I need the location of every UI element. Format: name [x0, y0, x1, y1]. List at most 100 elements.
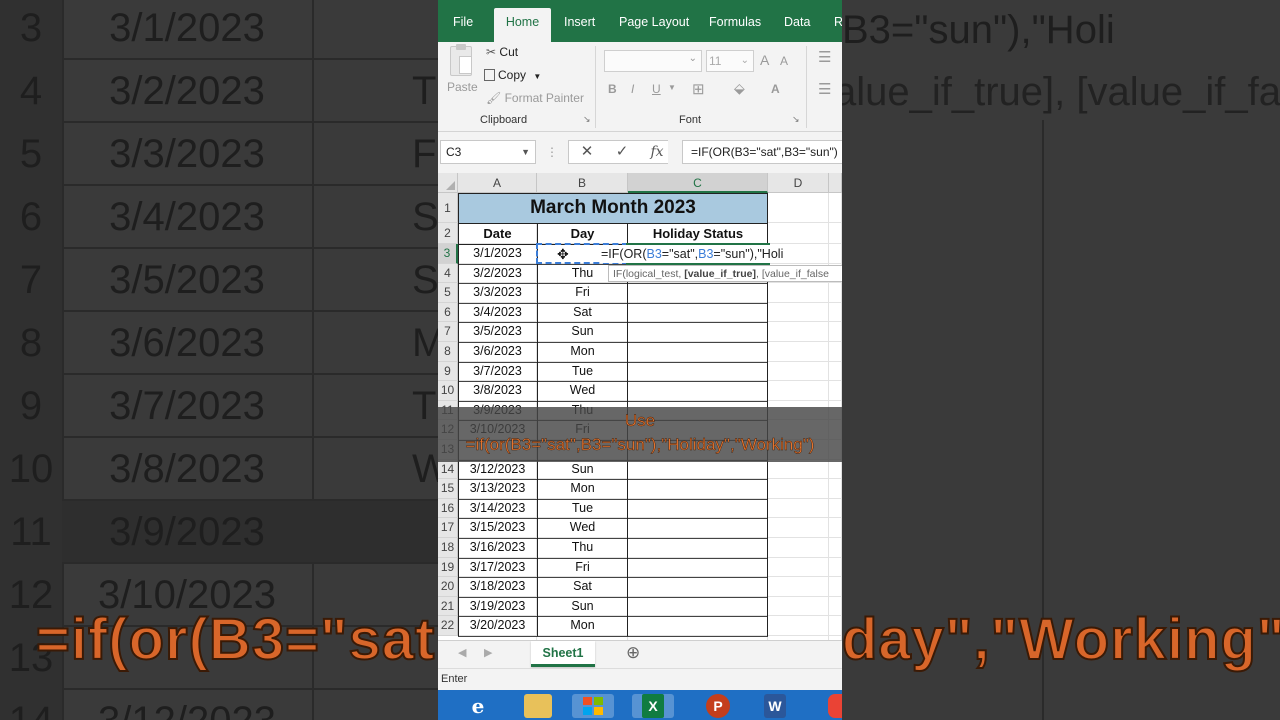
row-header[interactable]: 4 — [438, 263, 458, 284]
date-cell[interactable]: 3/13/2023 — [458, 479, 537, 499]
row-header[interactable]: 9 — [438, 361, 458, 382]
row-header[interactable]: 6 — [438, 302, 458, 323]
date-cell[interactable]: 3/19/2023 — [458, 597, 537, 617]
powerpoint-icon[interactable]: P — [706, 694, 730, 718]
chrome-icon[interactable] — [828, 694, 842, 718]
row-header[interactable]: 15 — [438, 479, 458, 499]
date-cell[interactable]: 3/4/2023 — [458, 303, 537, 323]
date-cell[interactable]: 3/5/2023 — [458, 322, 537, 342]
row-header[interactable]: 20 — [438, 577, 458, 597]
day-cell[interactable]: Tue — [537, 499, 628, 519]
date-cell[interactable]: 3/14/2023 — [458, 499, 537, 519]
fill-color-icon[interactable]: ⬙ — [734, 80, 745, 97]
name-box[interactable]: C3 ▼ — [440, 140, 536, 164]
tab-review[interactable]: R — [834, 8, 842, 42]
tab-insert[interactable]: Insert — [564, 8, 595, 42]
enter-button[interactable]: ✓ — [611, 140, 633, 164]
row-header[interactable]: 7 — [438, 322, 458, 342]
font-name-dropdown[interactable]: ⌄ — [604, 50, 702, 72]
date-cell[interactable]: 3/12/2023 — [458, 460, 537, 480]
italic-button[interactable]: I — [631, 82, 634, 96]
day-cell[interactable]: Mon — [537, 616, 628, 636]
cell-editor[interactable]: =IF(OR(B3="sat",B3="sun"),"Holi — [600, 245, 796, 263]
col-header-e[interactable] — [829, 173, 842, 193]
date-cell[interactable]: 3/2/2023 — [458, 264, 537, 284]
day-cell[interactable]: Sun — [537, 460, 628, 480]
office-icon[interactable] — [572, 694, 614, 718]
day-cell[interactable]: Wed — [537, 381, 628, 401]
font-size-dropdown[interactable]: 11 ⌄ — [706, 50, 754, 72]
sheet-tab-sheet1[interactable]: Sheet1 — [531, 641, 595, 667]
day-cell[interactable]: Wed — [537, 518, 628, 538]
col-header-b[interactable]: B — [537, 173, 628, 193]
row-header[interactable]: 1 — [438, 193, 458, 223]
cut-button[interactable]: ✂ Cut — [486, 45, 518, 59]
bold-button[interactable]: B — [608, 82, 617, 96]
font-color-icon[interactable]: A — [771, 82, 780, 96]
day-cell[interactable]: Sun — [537, 322, 628, 342]
row-header[interactable]: 10 — [438, 381, 458, 401]
insert-function-button[interactable]: fx — [646, 140, 668, 164]
shrink-font-button[interactable]: A — [780, 54, 788, 68]
row-header[interactable]: 21 — [438, 596, 458, 617]
grow-font-button[interactable]: A — [760, 52, 769, 68]
align-icon[interactable]: ☰ — [818, 48, 831, 66]
day-cell[interactable]: Thu — [537, 538, 628, 558]
date-cell[interactable]: 3/6/2023 — [458, 342, 537, 362]
tab-data[interactable]: Data — [784, 8, 810, 42]
date-cell[interactable]: 3/7/2023 — [458, 362, 537, 382]
word-icon[interactable]: W — [764, 694, 786, 718]
underline-button[interactable]: U — [652, 82, 661, 96]
date-cell[interactable]: 3/3/2023 — [458, 283, 537, 303]
select-all-corner[interactable] — [438, 173, 458, 193]
row-header[interactable]: 17 — [438, 518, 458, 538]
col-header-c[interactable]: C — [628, 173, 768, 193]
file-explorer-icon[interactable] — [524, 694, 552, 718]
col-header-d[interactable]: D — [768, 173, 829, 193]
date-cell[interactable]: 3/1/2023 — [458, 244, 537, 264]
internet-explorer-icon[interactable]: e — [464, 694, 492, 718]
day-cell[interactable]: Mon — [537, 342, 628, 362]
paste-button[interactable]: Paste — [447, 80, 478, 94]
chevron-down-icon[interactable]: ▼ — [668, 83, 676, 92]
row-header[interactable]: 16 — [438, 498, 458, 519]
date-cell[interactable]: 3/16/2023 — [458, 538, 537, 558]
day-cell[interactable]: Fri — [537, 558, 628, 578]
row-header[interactable]: 18 — [438, 538, 458, 558]
tab-formulas[interactable]: Formulas — [709, 8, 761, 42]
col-header-a[interactable]: A — [458, 173, 537, 193]
paste-icon[interactable] — [450, 44, 472, 76]
row-header[interactable]: 19 — [438, 557, 458, 578]
tab-home[interactable]: Home — [494, 8, 551, 42]
row-header[interactable]: 14 — [438, 459, 458, 480]
tab-page-layout[interactable]: Page Layout — [619, 8, 689, 42]
day-cell[interactable]: Sun — [537, 597, 628, 617]
add-sheet-icon[interactable]: ⊕ — [626, 643, 640, 663]
copy-button[interactable]: Copy ▼ — [484, 68, 541, 82]
date-cell[interactable]: 3/17/2023 — [458, 558, 537, 578]
day-cell[interactable]: Fri — [537, 283, 628, 303]
format-painter-button[interactable]: 🖌 Format Painter — [486, 91, 584, 105]
row-header[interactable]: 22 — [438, 616, 458, 636]
date-cell[interactable]: 3/15/2023 — [458, 518, 537, 538]
day-cell[interactable]: Tue — [537, 362, 628, 382]
formula-input[interactable]: =IF(OR(B3="sat",B3="sun") — [682, 140, 842, 164]
day-cell[interactable]: Sat — [537, 303, 628, 323]
dialog-launcher-icon[interactable]: ↘ — [792, 114, 800, 125]
row-header[interactable]: 5 — [438, 283, 458, 303]
align-icon[interactable]: ☰ — [818, 80, 831, 98]
date-cell[interactable]: 3/18/2023 — [458, 577, 537, 597]
row-header[interactable]: 8 — [438, 342, 458, 362]
row-header[interactable]: 2 — [438, 223, 458, 244]
day-cell[interactable]: Sat — [537, 577, 628, 597]
day-cell[interactable]: Mon — [537, 479, 628, 499]
date-cell[interactable]: 3/8/2023 — [458, 381, 537, 401]
cancel-button[interactable]: ✕ — [576, 140, 598, 164]
tab-file[interactable]: File — [453, 8, 473, 42]
borders-icon[interactable]: ⊞ — [692, 80, 705, 98]
date-cell[interactable]: 3/20/2023 — [458, 616, 537, 636]
row-header[interactable]: 3 — [438, 244, 458, 264]
scroll-left-icon[interactable]: ◀ — [458, 646, 466, 659]
excel-icon[interactable]: X — [632, 694, 674, 718]
dialog-launcher-icon[interactable]: ↘ — [583, 114, 591, 125]
